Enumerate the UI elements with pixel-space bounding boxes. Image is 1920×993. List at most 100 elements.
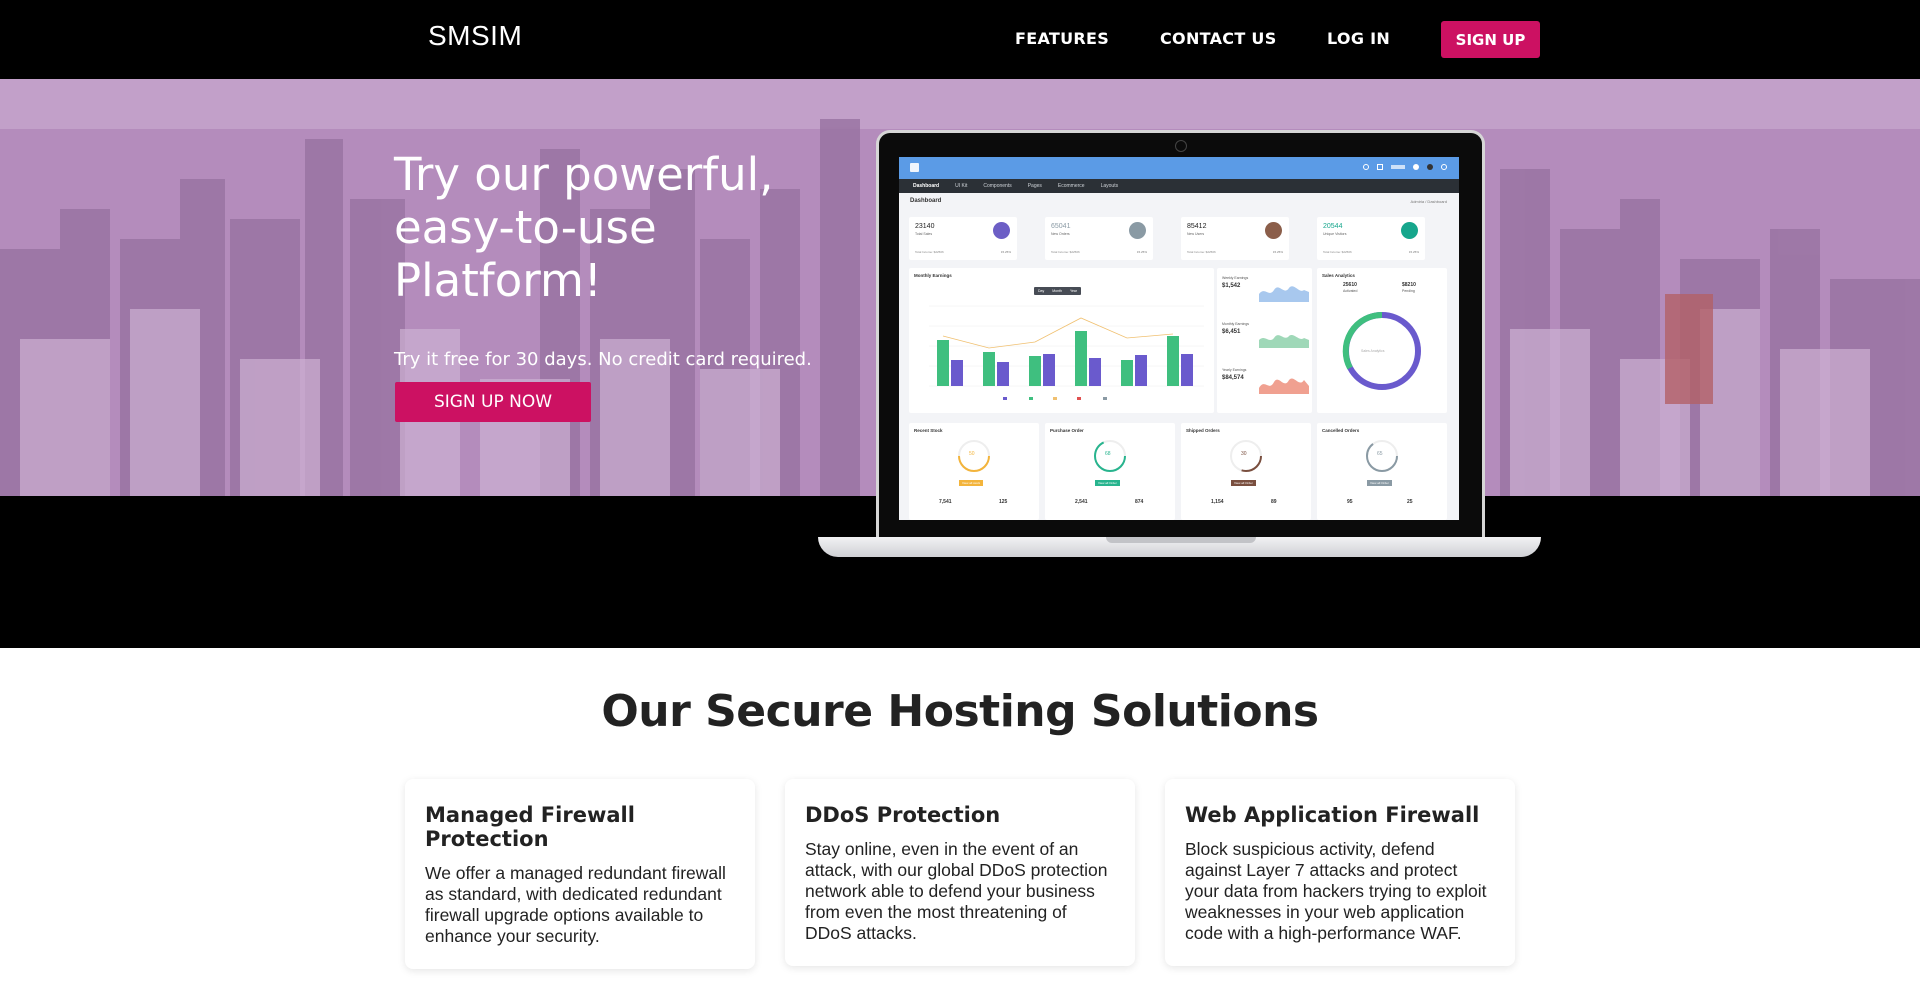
- basket-icon: [993, 222, 1010, 239]
- stat-value: 23140: [915, 223, 935, 230]
- card-title: DDoS Protection: [805, 803, 1001, 827]
- tab-year: Year: [1069, 289, 1078, 293]
- dash-menu-item: Dashboard: [913, 183, 940, 189]
- stat-pct: 15.25%: [1136, 250, 1147, 254]
- stat-card: 20544 Unique Visitors Total Income: $225…: [1317, 217, 1425, 260]
- stat-card: 23140 Total Sales Total Income: $22506 1…: [909, 217, 1017, 260]
- panel-title: Monthly Earnings: [914, 273, 952, 278]
- stat-label: New Users: [1187, 232, 1205, 236]
- dashboard-screenshot: Dashboard UI Kit Components Pages Ecomme…: [899, 157, 1459, 520]
- dashboard-logo-icon: [910, 163, 919, 172]
- stat-label: Unique Visitors: [1323, 232, 1347, 236]
- dash-menu-item: Ecommerce: [1057, 183, 1085, 189]
- nav-link-login[interactable]: LOG IN: [1327, 29, 1390, 48]
- section-title: Our Secure Hosting Solutions: [601, 686, 1319, 737]
- stat-label: Total Sales: [915, 232, 933, 236]
- earnings-sparklines-panel: Weekly Earnings $1,542 Monthly Earnings …: [1217, 268, 1312, 413]
- hero-title: Try our powerful, easy-to-use Platform!: [394, 148, 774, 307]
- panel-title: Purchase Order: [1050, 428, 1084, 433]
- dash-menu-item: Pages: [1027, 183, 1042, 189]
- monthly-earnings-panel: Monthly Earnings Day Month Year: [909, 268, 1214, 413]
- earnings-bar-chart: [929, 305, 1204, 400]
- panel-left-value: 7,541: [939, 499, 952, 505]
- gauge-value: 68: [1105, 451, 1111, 457]
- panel-right-value: 25: [1407, 499, 1413, 505]
- panel-title: Cancelled Orders: [1322, 428, 1360, 433]
- dash-menu-item: UI Kit: [955, 183, 968, 189]
- earnings-label: Monthly Earnings: [1222, 322, 1250, 326]
- panel-left-value: 2,541: [1075, 499, 1088, 505]
- card-text: We offer a managed redundant firewall as…: [425, 863, 726, 946]
- card-text: Stay online, even in the event of an att…: [805, 839, 1108, 943]
- cancelled-orders-panel: Cancelled Orders 65 View all Order 95 25: [1317, 423, 1447, 520]
- monthly-sparkline: [1259, 335, 1309, 348]
- stat-value: 65041: [1051, 223, 1071, 230]
- dash-breadcrumb: Admiria / Dashboard: [1410, 199, 1447, 204]
- signup-button[interactable]: SIGN UP: [1441, 21, 1540, 58]
- period-tabs: Day Month Year: [1034, 287, 1082, 295]
- analytics-left-value: 25610: [1343, 282, 1357, 288]
- recent-stock-panel: Recent Stock 50 View all stock 7,541 125: [909, 423, 1039, 520]
- donut-center-label: Sales Analytics: [1361, 349, 1385, 353]
- earnings-value: $6,451: [1222, 329, 1241, 335]
- topbar-icons: [1363, 164, 1447, 170]
- panel-title: Sales Analytics: [1322, 273, 1355, 278]
- gauge-value: 50: [969, 451, 975, 457]
- earnings-value: $1,542: [1222, 283, 1241, 289]
- stat-value: 85412: [1187, 223, 1207, 230]
- view-all-badge: View all stock: [959, 480, 984, 486]
- stat-foot: Total Income: $22506: [1187, 250, 1216, 254]
- stat-pct: 15.25%: [1408, 250, 1419, 254]
- stat-foot: Total Income: $22506: [1051, 250, 1080, 254]
- orders-icon: [1129, 222, 1146, 239]
- dash-menu-item: Layouts: [1100, 183, 1119, 189]
- signup-now-button[interactable]: SIGN UP NOW: [395, 382, 591, 422]
- view-all-badge: View all Order: [1095, 480, 1120, 486]
- camera-icon: [1175, 140, 1187, 152]
- laptop-notch: [1106, 537, 1256, 543]
- stat-foot: Total Income: $22506: [1323, 250, 1352, 254]
- shipped-orders-panel: Shipped Orders 30 View all Order 1,154 8…: [1181, 423, 1311, 520]
- feature-card-firewall: Managed Firewall Protection We offer a m…: [405, 779, 755, 969]
- dash-page-title: Dashboard: [910, 198, 942, 204]
- stat-pct: 15.25%: [1000, 250, 1011, 254]
- yearly-sparkline: [1259, 378, 1309, 394]
- users-icon: [1265, 222, 1282, 239]
- visitors-icon: [1401, 222, 1418, 239]
- analytics-right-label: Pending: [1402, 289, 1415, 293]
- panel-title: Recent Stock: [914, 428, 943, 433]
- view-all-badge: View all Order: [1231, 480, 1256, 486]
- stat-card: 65041 New Orders Total Income: $22506 15…: [1045, 217, 1153, 260]
- nav-link-features[interactable]: FEATURES: [1015, 29, 1109, 48]
- top-navbar: SMSIM FEATURES CONTACT US LOG IN SIGN UP: [0, 0, 1920, 79]
- feature-card-waf: Web Application Firewall Block suspiciou…: [1165, 779, 1515, 966]
- stat-card: 85412 New Users Total Income: $22506 15.…: [1181, 217, 1289, 260]
- stat-label: New Orders: [1051, 232, 1070, 236]
- stat-pct: 15.25%: [1272, 250, 1283, 254]
- stat-value: 20544: [1323, 223, 1343, 230]
- purchase-order-panel: Purchase Order 68 View all Order 2,541 8…: [1045, 423, 1175, 520]
- card-title: Web Application Firewall: [1185, 803, 1480, 827]
- stat-foot: Total Income: $22506: [915, 250, 944, 254]
- gauge-value: 65: [1377, 451, 1383, 457]
- gauge-value: 30: [1241, 451, 1247, 457]
- nav-link-contact[interactable]: CONTACT US: [1160, 29, 1277, 48]
- card-text: Block suspicious activity, defend agains…: [1185, 839, 1487, 943]
- panel-left-value: 1,154: [1211, 499, 1224, 505]
- analytics-left-label: Activated: [1343, 289, 1358, 293]
- analytics-right-value: $8210: [1402, 282, 1416, 288]
- panel-right-value: 125: [999, 499, 1008, 505]
- tab-day: Day: [1038, 289, 1045, 293]
- brand-logo[interactable]: SMSIM: [428, 20, 522, 52]
- panel-left-value: 95: [1347, 499, 1353, 505]
- hero-subtitle: Try it free for 30 days. No credit card …: [394, 349, 812, 370]
- view-all-badge: View all Order: [1367, 480, 1392, 486]
- earnings-label: Yearly Earnings: [1222, 368, 1247, 372]
- dashboard-menu: Dashboard UI Kit Components Pages Ecomme…: [899, 179, 1459, 193]
- panel-right-value: 874: [1135, 499, 1144, 505]
- card-title: Managed Firewall Protection: [425, 803, 635, 851]
- dashboard-topbar: [899, 157, 1459, 179]
- earnings-value: $84,574: [1222, 375, 1244, 381]
- dash-menu-item: Components: [983, 183, 1012, 189]
- panel-title: Shipped Orders: [1186, 428, 1220, 433]
